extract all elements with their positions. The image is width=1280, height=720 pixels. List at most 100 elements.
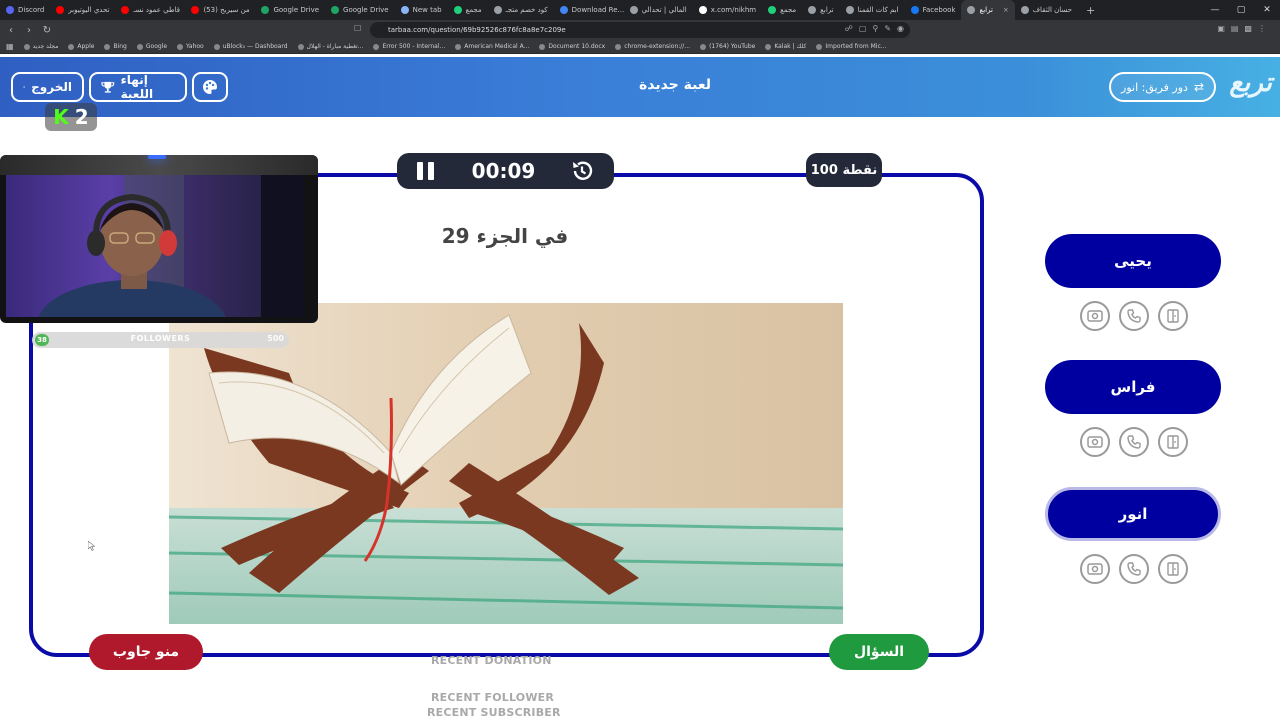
bookmark-label: Document 10.docx	[548, 43, 606, 50]
bookmark-item[interactable]: (1764) YouTube	[700, 43, 755, 50]
browser-tab[interactable]: مجمع	[762, 0, 802, 20]
minimize-icon[interactable]: —	[1202, 0, 1228, 20]
browser-tab[interactable]: كود خصم متجـ	[488, 0, 554, 20]
tab-label: ترابع	[820, 6, 834, 14]
end-game-button[interactable]: إنهاء اللعبة	[89, 72, 187, 102]
door-icon[interactable]	[1158, 554, 1188, 584]
exit-icon	[23, 86, 26, 88]
browser-tab[interactable]: Discord	[0, 0, 50, 20]
browser-tab[interactable]: (53) من سيربح	[185, 0, 255, 20]
bookmark-item[interactable]: Document 10.docx	[539, 43, 605, 50]
question-button[interactable]: السؤال	[829, 634, 929, 670]
new-tab-button[interactable]: +	[1078, 4, 1103, 17]
team-button[interactable]: يحيى	[1045, 234, 1221, 288]
bookmark-label: تغطية مباراة - الهلال...	[306, 43, 364, 50]
browser-tab[interactable]: مجمع	[448, 0, 488, 20]
browser-tab[interactable]: حسان الثقاف	[1015, 0, 1078, 20]
apps-icon[interactable]: ▦	[6, 42, 14, 51]
mouse-cursor-icon	[88, 541, 96, 551]
bookmark-item[interactable]: Yahoo	[177, 43, 204, 50]
team-turn-button[interactable]: دور فريق: انور ⇄	[1109, 72, 1216, 102]
tab-favicon-icon	[6, 6, 14, 14]
close-window-icon[interactable]: ✕	[1254, 0, 1280, 20]
bookmark-item[interactable]: Kalak | كلك	[765, 43, 806, 50]
phone-icon[interactable]	[1119, 427, 1149, 457]
phone-icon[interactable]	[1119, 301, 1149, 331]
bookmark-item[interactable]: Imported from Mic...	[816, 43, 886, 50]
lifelines-row	[1080, 301, 1188, 331]
bookmark-item[interactable]: uBlock₀ — Dashboard	[213, 43, 288, 50]
browser-tab[interactable]: Facebook	[905, 0, 962, 20]
reload-icon[interactable]: ↻	[40, 25, 54, 36]
bookmark-star-icon[interactable]: ☐	[354, 24, 361, 33]
tab-favicon-icon	[400, 6, 409, 14]
tab-label: المالي | تحدالي	[641, 6, 687, 14]
maximize-icon[interactable]: ▢	[1228, 0, 1254, 20]
browser-tab[interactable]: Google Drive	[325, 0, 395, 20]
browser-tab[interactable]: Google Drive	[255, 0, 325, 20]
who-answered-button[interactable]: منو جاوب	[89, 634, 203, 670]
question-image	[169, 303, 843, 624]
browser-tab[interactable]: New tab	[395, 0, 448, 20]
page-title: لعبة جديدة	[638, 77, 712, 93]
palette-button[interactable]	[192, 72, 228, 102]
url-bar[interactable]: tarbaa.com/question/69b92526c876fc8a8e7c…	[370, 22, 910, 38]
close-tab-icon[interactable]: ×	[1003, 6, 1009, 14]
back-icon[interactable]: ‹	[4, 25, 18, 36]
bookmark-item[interactable]: chrome-extension://...	[615, 43, 690, 50]
tab-favicon-icon	[768, 6, 777, 14]
pause-icon[interactable]	[417, 162, 437, 180]
browser-tab[interactable]: تحدي اليوتيوبر	[50, 0, 115, 20]
browser-tab[interactable]: Download Re...	[554, 0, 624, 20]
bookmark-favicon-icon	[177, 43, 184, 50]
extension-icons[interactable]: ▣▤▩⋮	[1217, 24, 1272, 33]
question-text: في الجزء 29	[441, 224, 569, 248]
tab-favicon-icon	[698, 6, 707, 14]
bookmark-favicon-icon	[615, 43, 622, 50]
team-button[interactable]: فراس	[1045, 360, 1221, 414]
palette-icon	[203, 80, 217, 94]
forward-icon[interactable]: ›	[22, 25, 36, 36]
page-action-icons[interactable]: ☍▢⚲✎◉	[845, 24, 910, 33]
tab-favicon-icon	[559, 6, 568, 14]
bookmark-label: Kalak | كلك	[774, 43, 807, 50]
bookmark-item[interactable]: American Medical A...	[455, 43, 529, 50]
bookmark-favicon-icon	[700, 43, 707, 50]
door-icon[interactable]	[1158, 301, 1188, 331]
bookmark-item[interactable]: Bing	[104, 43, 127, 50]
bookmark-item[interactable]: Error 500 - Internal...	[373, 43, 445, 50]
bookmark-item[interactable]: Apple	[68, 43, 94, 50]
lifelines-row	[1080, 427, 1188, 457]
bookmark-item[interactable]: Google	[136, 43, 167, 50]
browser-tab[interactable]: ترابع	[802, 0, 839, 20]
kick-count: 2	[74, 105, 89, 129]
browser-tab-bar: Discord تحدي اليوتيوبر قاطي عمود نسـ (53) م…	[0, 0, 1280, 20]
browser-tab[interactable]: ترابع ×	[961, 0, 1015, 20]
bookmark-label: (1764) YouTube	[709, 43, 756, 50]
reset-timer-icon[interactable]	[570, 159, 594, 183]
bookmark-item[interactable]: مجلد جديد	[23, 43, 58, 50]
bookmark-item[interactable]: تغطية مباراة - الهلال...	[297, 43, 364, 50]
bookmark-favicon-icon	[816, 43, 823, 50]
exit-button[interactable]: الخروج	[11, 72, 84, 102]
bookmarks-bar: ▦ مجلد جديد Apple Bing Google Yahoo uBlock₀ —…	[0, 40, 1280, 54]
tab-label: Google Drive	[273, 6, 320, 14]
tab-label: مجمع	[465, 6, 482, 14]
turn-label: دور فريق: انور	[1121, 80, 1188, 94]
tab-favicon-icon	[453, 6, 462, 14]
browser-tab[interactable]: ابم كات القمنا	[840, 0, 905, 20]
image-swap-icon[interactable]	[1080, 554, 1110, 584]
door-icon[interactable]	[1158, 427, 1188, 457]
phone-icon[interactable]	[1119, 554, 1149, 584]
browser-tab[interactable]: قاطي عمود نسـ	[115, 0, 185, 20]
tab-label: قاطي عمود نسـ	[133, 6, 180, 14]
browser-tab[interactable]: المالي | تحدالي	[624, 0, 693, 20]
image-swap-icon[interactable]	[1080, 427, 1110, 457]
team-button[interactable]: انور	[1045, 487, 1221, 541]
timer-bar: 00:09	[397, 153, 614, 189]
recent-donation-label: RECENT DONATION	[431, 654, 552, 667]
image-swap-icon[interactable]	[1080, 301, 1110, 331]
bookmark-label: Apple	[77, 43, 95, 50]
recent-follower-label: RECENT FOLLOWER	[431, 691, 555, 704]
browser-tab[interactable]: x.com/nikhm	[693, 0, 762, 20]
